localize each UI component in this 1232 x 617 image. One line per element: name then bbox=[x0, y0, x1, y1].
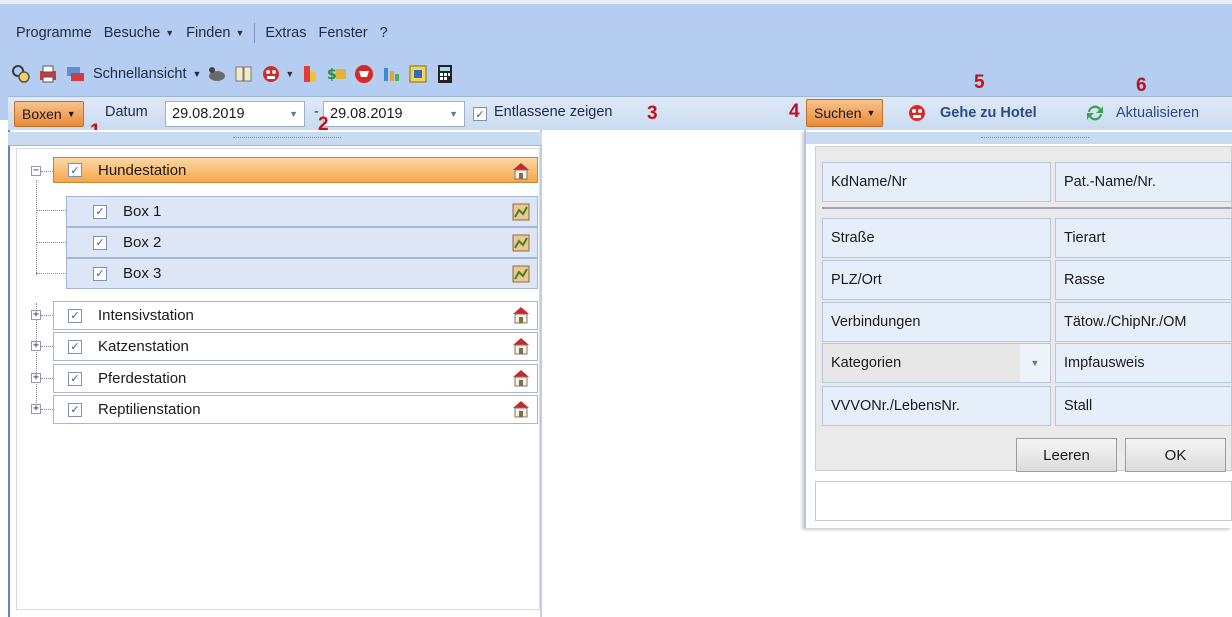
station-checkbox[interactable]: ✓ bbox=[68, 308, 82, 323]
show-discharged-label: Entlassene zeigen bbox=[494, 104, 613, 120]
toolbar: Schnellansicht ▼ ▼ $ bbox=[0, 58, 456, 90]
refresh-icon bbox=[1087, 105, 1103, 121]
goto-hotel-button[interactable]: Gehe zu Hotel bbox=[906, 99, 1037, 127]
chevron-down-icon[interactable]: ▼ bbox=[1020, 344, 1050, 382]
breed-field[interactable]: Rasse bbox=[1055, 260, 1232, 300]
chevron-down-icon: ▼ bbox=[235, 28, 245, 38]
chevron-down-icon[interactable]: ▼ bbox=[289, 109, 298, 119]
expand-toggle[interactable]: + bbox=[31, 404, 41, 414]
marker-4: 4 bbox=[789, 101, 800, 122]
menu-help[interactable]: ? bbox=[374, 21, 394, 45]
menu-fenster[interactable]: Fenster bbox=[312, 21, 373, 45]
stack-icon[interactable] bbox=[299, 63, 321, 85]
show-discharged-checkbox[interactable]: ✓ bbox=[473, 107, 487, 121]
animal-icon[interactable] bbox=[206, 63, 228, 85]
transfer-icon[interactable] bbox=[64, 63, 86, 85]
tree-node-katzenstation[interactable]: ✓ Katzenstation bbox=[53, 332, 538, 361]
box-checkbox[interactable]: ✓ bbox=[93, 266, 107, 281]
station-checkbox[interactable]: ✓ bbox=[68, 402, 82, 417]
lab-icon[interactable] bbox=[380, 63, 402, 85]
chevron-down-icon: ▼ bbox=[66, 109, 76, 119]
street-field[interactable]: Straße bbox=[822, 218, 1051, 258]
customer-field[interactable]: KdName/Nr bbox=[822, 162, 1051, 202]
scanner-icon[interactable] bbox=[407, 63, 429, 85]
collapse-toggle[interactable]: − bbox=[31, 166, 41, 176]
station-house-icon[interactable] bbox=[511, 161, 531, 180]
station-house-icon[interactable] bbox=[511, 336, 531, 355]
chevron-down-icon: ▼ bbox=[192, 69, 202, 79]
date-label: Datum bbox=[105, 104, 148, 120]
box-icon[interactable] bbox=[511, 233, 531, 252]
station-house-icon[interactable] bbox=[511, 305, 531, 324]
connections-field[interactable]: Verbindungen bbox=[822, 302, 1051, 342]
patient-field[interactable]: Pat.-Name/Nr. bbox=[1055, 162, 1232, 202]
tree-node-reptilienstation[interactable]: ✓ Reptilienstation bbox=[53, 395, 538, 424]
refresh-button[interactable]: Aktualisieren bbox=[1084, 99, 1199, 127]
menu-extras[interactable]: Extras bbox=[259, 21, 312, 45]
box-icon[interactable] bbox=[511, 202, 531, 221]
species-field[interactable]: Tierart bbox=[1055, 218, 1232, 258]
book-icon[interactable] bbox=[233, 63, 255, 85]
chevron-down-icon[interactable]: ▼ bbox=[285, 69, 294, 79]
money-icon[interactable]: $ bbox=[326, 63, 348, 85]
tree-node-box[interactable]: ✓ Box 3 bbox=[66, 258, 538, 289]
divider bbox=[822, 207, 1232, 209]
marker-3: 3 bbox=[647, 103, 658, 124]
marker-6: 6 bbox=[1136, 75, 1147, 96]
tree-node-pferdestation[interactable]: ✓ Pferdestation bbox=[53, 364, 538, 393]
date-from-field[interactable]: 29.08.2019 ▼ bbox=[165, 101, 305, 127]
chevron-down-icon: ▼ bbox=[866, 108, 876, 118]
print-icon[interactable] bbox=[37, 63, 59, 85]
tree-node-box[interactable]: ✓ Box 2 bbox=[66, 227, 538, 258]
menu-finden[interactable]: Finden ▼ bbox=[180, 21, 250, 45]
vvvo-field[interactable]: VVVONr./LebensNr. bbox=[822, 386, 1051, 426]
expand-toggle[interactable]: + bbox=[31, 373, 41, 383]
clear-button[interactable]: Leeren bbox=[1016, 438, 1117, 472]
date-to-field[interactable]: 29.08.2019 ▼ bbox=[323, 101, 465, 127]
station-house-icon[interactable] bbox=[511, 368, 531, 387]
user-search-icon[interactable] bbox=[10, 63, 32, 85]
zip-city-field[interactable]: PLZ/Ort bbox=[822, 260, 1051, 300]
box-icon[interactable] bbox=[511, 264, 531, 283]
box-checkbox[interactable]: ✓ bbox=[93, 235, 107, 250]
quick-view-menu[interactable]: Schnellansicht ▼ bbox=[93, 66, 201, 82]
search-results-area bbox=[815, 481, 1232, 521]
chevron-down-icon: ▼ bbox=[165, 28, 175, 38]
svg-text:$: $ bbox=[327, 67, 337, 83]
station-checkbox[interactable]: ✓ bbox=[68, 339, 82, 354]
vaccination-field[interactable]: Impfausweis bbox=[1055, 343, 1232, 383]
station-house-icon[interactable] bbox=[511, 399, 531, 418]
hotel-icon[interactable] bbox=[260, 63, 282, 85]
boxes-dropdown-button[interactable]: Boxen ▼ bbox=[14, 101, 84, 127]
station-checkbox[interactable]: ✓ bbox=[68, 163, 82, 177]
categories-select[interactable]: Kategorien ▼ bbox=[822, 343, 1051, 383]
menu-programme[interactable]: Programme bbox=[10, 21, 98, 45]
menu-besuche[interactable]: Besuche ▼ bbox=[98, 21, 180, 45]
marker-5: 5 bbox=[974, 72, 985, 93]
menu-separator bbox=[254, 23, 256, 43]
search-dropdown-button[interactable]: Suchen ▼ bbox=[806, 99, 884, 127]
expand-toggle[interactable]: + bbox=[31, 341, 41, 351]
ok-button[interactable]: OK bbox=[1125, 438, 1226, 472]
panel-grip[interactable] bbox=[8, 132, 542, 146]
calculator-icon[interactable] bbox=[434, 63, 456, 85]
filter-bar: Boxen ▼ Datum 29.08.2019 ▼ - 29.08.2019 ▼… bbox=[8, 96, 1232, 130]
box-checkbox[interactable]: ✓ bbox=[93, 204, 107, 219]
chevron-down-icon[interactable]: ▼ bbox=[449, 109, 458, 119]
hotel-icon bbox=[909, 105, 925, 121]
expand-toggle[interactable]: + bbox=[31, 310, 41, 320]
station-checkbox[interactable]: ✓ bbox=[68, 371, 82, 386]
menu-bar: Programme Besuche ▼ Finden ▼ Extras Fenste… bbox=[0, 18, 394, 48]
tree-node-box[interactable]: ✓ Box 1 bbox=[66, 196, 538, 227]
panel-grip[interactable] bbox=[806, 132, 1232, 144]
tree-node-intensivstation[interactable]: ✓ Intensivstation bbox=[53, 301, 538, 330]
tree-node-hundestation[interactable]: ✓ Hundestation bbox=[53, 157, 538, 183]
stable-field[interactable]: Stall bbox=[1055, 386, 1232, 426]
shopping-icon[interactable] bbox=[353, 63, 375, 85]
chip-field[interactable]: Tätow./ChipNr./OM bbox=[1055, 302, 1232, 342]
